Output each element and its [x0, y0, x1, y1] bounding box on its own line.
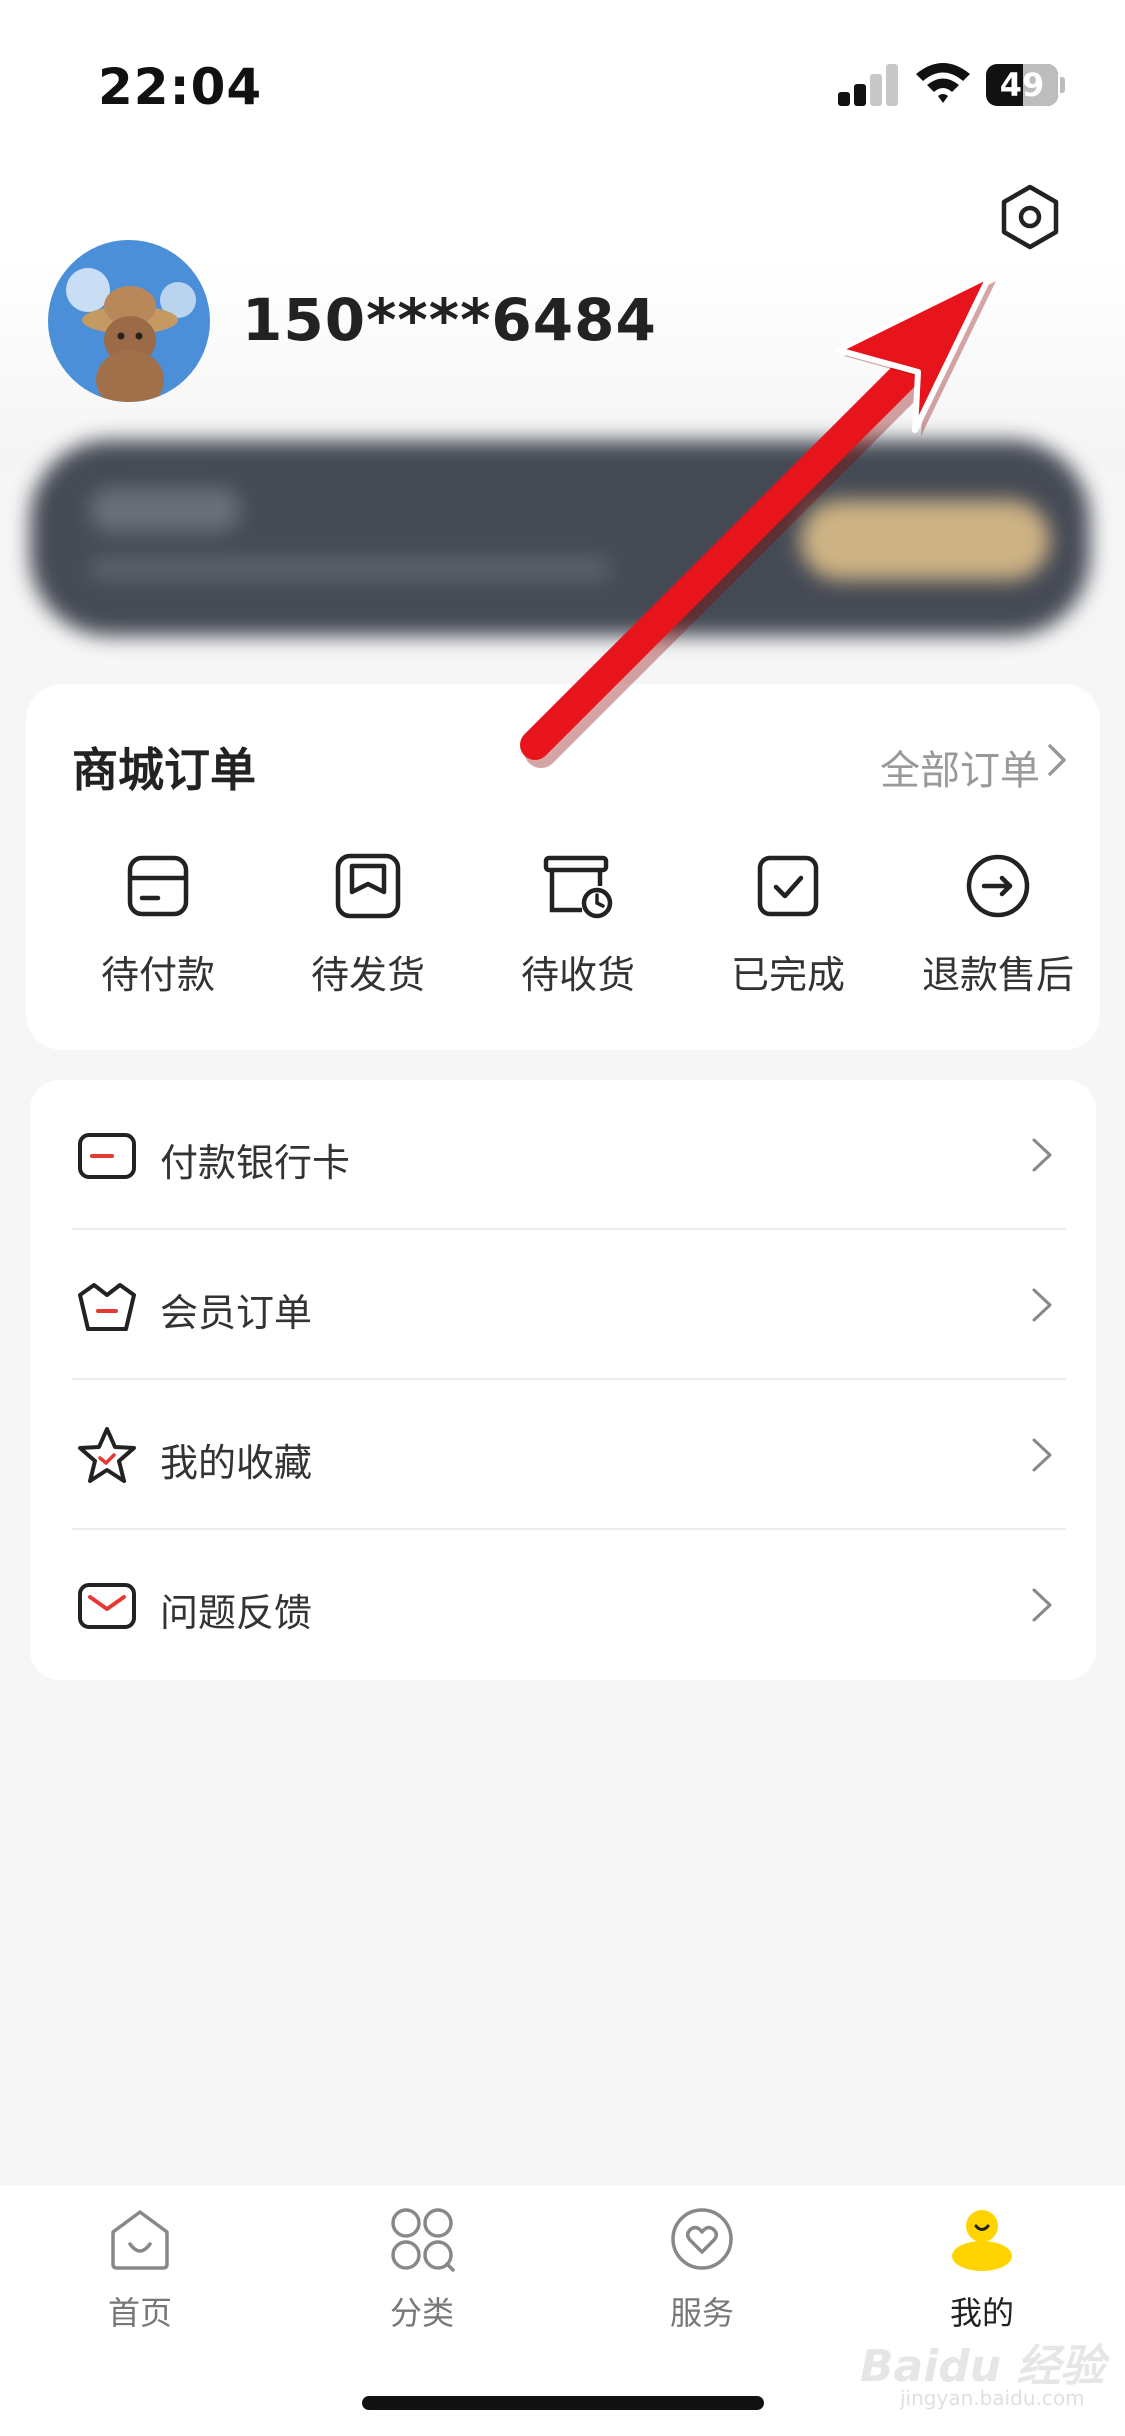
menu-list: 付款银行卡 会员订单 我的收藏 问题反馈: [30, 1080, 1096, 1680]
order-refund-aftersale[interactable]: 退款售后: [898, 850, 1098, 1000]
menu-item-favorites[interactable]: 我的收藏: [30, 1380, 1096, 1530]
order-pending-payment[interactable]: 待付款: [58, 850, 258, 1000]
menu-item-label: 会员订单: [160, 1291, 313, 1335]
menu-item-bank-card[interactable]: 付款银行卡: [30, 1080, 1096, 1230]
order-completed-label: 已完成: [730, 953, 845, 997]
battery-indicator: 49: [986, 64, 1066, 106]
menu-item-label: 付款银行卡: [160, 1141, 351, 1185]
category-icon: [391, 2208, 455, 2272]
refund-icon: [966, 854, 1030, 918]
tab-label: 服务: [669, 2294, 734, 2332]
settings-gear-icon[interactable]: [996, 183, 1064, 251]
menu-item-label: 问题反馈: [160, 1591, 313, 1635]
battery-level: 49: [999, 66, 1045, 104]
order-pending-shipment[interactable]: 待发货: [268, 850, 468, 1000]
all-orders-link[interactable]: 全部订单: [880, 738, 1040, 796]
order-pending-receipt-label: 待收货: [520, 953, 635, 997]
home-indicator[interactable]: [362, 2396, 764, 2410]
delivery-icon: [543, 855, 613, 919]
order-refund-aftersale-label: 退款售后: [921, 953, 1074, 997]
menu-item-member-orders[interactable]: 会员订单: [30, 1230, 1096, 1380]
order-completed[interactable]: 已完成: [688, 850, 888, 1000]
tab-home[interactable]: 首页: [40, 2206, 240, 2346]
watermark-url: jingyan.baidu.com: [900, 2386, 1085, 2410]
package-icon: [335, 853, 401, 919]
bank-card-icon: [78, 1133, 136, 1179]
crown-icon: [78, 1283, 136, 1331]
order-pending-payment-label: 待付款: [100, 953, 215, 997]
chevron-right-icon: [1032, 1438, 1052, 1472]
menu-item-label: 我的收藏: [160, 1441, 313, 1485]
tab-label: 首页: [107, 2294, 172, 2332]
watermark-logo: Baidu 经验: [860, 2341, 1105, 2392]
order-pending-receipt[interactable]: 待收货: [478, 850, 678, 1000]
check-box-icon: [757, 855, 819, 917]
chevron-right-icon: [1032, 1138, 1052, 1172]
tab-label: 我的: [949, 2294, 1014, 2332]
order-pending-shipment-label: 待发货: [310, 953, 425, 997]
service-heart-icon: [671, 2208, 733, 2270]
tab-mine[interactable]: 我的: [882, 2206, 1082, 2346]
membership-banner[interactable]: [30, 440, 1090, 636]
tab-category[interactable]: 分类: [322, 2206, 522, 2346]
profile-duck-icon: [952, 2210, 1012, 2271]
mall-orders-card: 商城订单 全部订单 待付款 待发货 待收货 已完成 退款售后: [26, 684, 1100, 1050]
avatar[interactable]: [48, 240, 210, 402]
tab-label: 分类: [389, 2294, 454, 2332]
user-phone-number: 150****6484: [242, 286, 657, 354]
home-icon: [111, 2210, 169, 2270]
menu-item-feedback[interactable]: 问题反馈: [30, 1530, 1096, 1680]
status-time: 22:04: [98, 58, 263, 116]
orders-title: 商城订单: [72, 743, 256, 797]
chevron-right-icon: [1032, 1288, 1052, 1322]
tab-service[interactable]: 服务: [602, 2206, 802, 2346]
mail-icon: [78, 1583, 136, 1629]
chevron-right-icon: [1032, 1588, 1052, 1622]
wallet-icon: [127, 855, 189, 917]
cellular-signal-icon: [838, 62, 900, 106]
membership-open-button[interactable]: [800, 500, 1050, 580]
wifi-icon: [916, 63, 970, 103]
star-icon: [78, 1427, 136, 1483]
chevron-right-icon: [1048, 744, 1066, 776]
